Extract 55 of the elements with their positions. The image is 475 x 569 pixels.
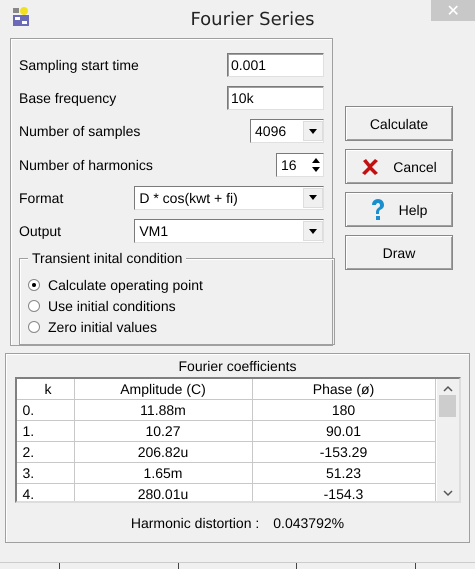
table-cell: 4. bbox=[16, 484, 74, 501]
radio-label[interactable]: Use initial conditions bbox=[48, 298, 176, 314]
distortion-label: Harmonic distortion : bbox=[130, 515, 260, 531]
radio-button[interactable] bbox=[28, 300, 40, 312]
scrollbar-thumb[interactable] bbox=[439, 395, 456, 417]
column-header: Phase (ø) bbox=[252, 379, 436, 400]
radio-button[interactable] bbox=[28, 321, 40, 334]
table-cell: 1. bbox=[16, 421, 74, 442]
samples-dropdown[interactable]: 4096 bbox=[250, 119, 324, 144]
distortion-value: 0.043792% bbox=[273, 515, 344, 531]
help-button[interactable]: Help bbox=[345, 192, 453, 227]
cancel-button[interactable]: Cancel bbox=[345, 149, 453, 184]
harmonics-spinner[interactable]: 16 bbox=[276, 152, 324, 177]
table-cell: 11.88m bbox=[74, 400, 252, 421]
field-label: Number of harmonics bbox=[19, 156, 154, 173]
group-title: Transient inital condition bbox=[28, 250, 186, 266]
panel-title: Fourier coefficients bbox=[178, 358, 296, 374]
text-field[interactable]: 10k bbox=[227, 86, 324, 110]
table-cell: 0. bbox=[16, 400, 74, 421]
select-dropdown[interactable]: D * cos(kwt + fi) bbox=[134, 186, 324, 210]
table-cell: 280.01u bbox=[74, 484, 252, 501]
text-field[interactable]: 0.001 bbox=[227, 52, 324, 77]
table-cell: 1.65m bbox=[74, 463, 252, 484]
select-dropdown[interactable]: VM1 bbox=[134, 219, 324, 244]
radio-label[interactable]: Zero initial values bbox=[48, 319, 157, 336]
table-cell: 51.23 bbox=[252, 463, 436, 484]
radio-button[interactable] bbox=[28, 279, 40, 292]
field-label: Base frequency bbox=[19, 90, 118, 106]
window-title: Fourier Series bbox=[190, 8, 315, 30]
scroll-up-icon[interactable] bbox=[442, 385, 452, 393]
field-label: Number of samples bbox=[19, 123, 142, 140]
dropdown-arrow-icon[interactable] bbox=[309, 128, 317, 134]
column-header: k bbox=[16, 379, 74, 400]
cross-icon bbox=[361, 158, 380, 176]
table-cell: 180 bbox=[252, 400, 436, 421]
action-button[interactable]: Draw bbox=[345, 235, 453, 270]
question-mark-icon bbox=[370, 198, 385, 220]
dropdown-arrow-icon[interactable] bbox=[309, 195, 317, 200]
table-cell: -153.29 bbox=[252, 442, 436, 463]
table-cell: 2. bbox=[16, 442, 74, 463]
table-cell: 206.82u bbox=[74, 442, 252, 463]
table-cell: 90.01 bbox=[252, 421, 436, 442]
table-cell: -154.3 bbox=[252, 484, 436, 501]
action-button[interactable]: Calculate bbox=[345, 106, 453, 141]
field-label: Output bbox=[19, 223, 62, 240]
app-icon bbox=[12, 7, 30, 27]
field-label: Sampling start time bbox=[19, 56, 140, 73]
column-header: Amplitude (C) bbox=[74, 379, 252, 400]
dropdown-arrow-icon[interactable] bbox=[309, 228, 317, 234]
table-cell: 3. bbox=[16, 463, 74, 484]
radio-label[interactable]: Calculate operating point bbox=[48, 277, 203, 294]
spin-arrows-icon[interactable] bbox=[309, 156, 323, 174]
scroll-down-icon[interactable] bbox=[442, 489, 452, 497]
table-cell: 10.27 bbox=[74, 421, 252, 442]
field-label: Format bbox=[19, 190, 64, 206]
